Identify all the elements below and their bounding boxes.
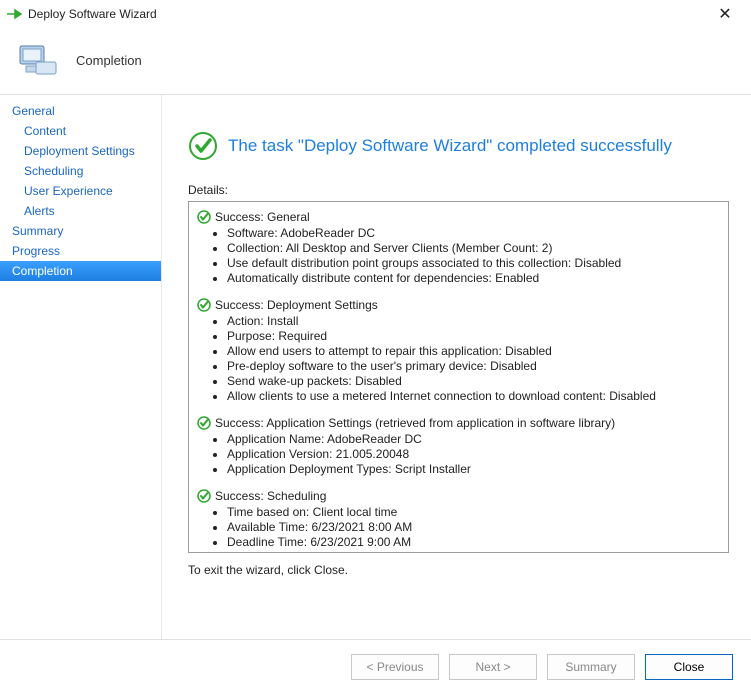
details-section: Success: Deployment Settings Action: Inst… xyxy=(197,298,724,404)
list-item: Allow end users to attempt to repair thi… xyxy=(227,344,724,359)
sidebar-item-deployment-settings[interactable]: Deployment Settings xyxy=(0,141,161,161)
exit-instruction: To exit the wizard, click Close. xyxy=(188,563,729,577)
sidebar-item-content[interactable]: Content xyxy=(0,121,161,141)
success-message: The task "Deploy Software Wizard" comple… xyxy=(228,136,672,156)
list-item: Delayed enforcement on deployment: Disab… xyxy=(227,550,724,553)
sidebar-item-alerts[interactable]: Alerts xyxy=(0,201,161,221)
next-button: Next > xyxy=(449,654,537,680)
app-arrow-icon xyxy=(6,6,22,22)
sidebar-item-scheduling[interactable]: Scheduling xyxy=(0,161,161,181)
list-item: Application Name: AdobeReader DC xyxy=(227,432,724,447)
sidebar-item-completion[interactable]: Completion xyxy=(0,261,161,281)
success-check-icon xyxy=(197,210,211,224)
success-check-icon xyxy=(197,298,211,312)
wizard-sidebar: GeneralContentDeployment SettingsSchedul… xyxy=(0,95,162,639)
details-box[interactable]: Success: General Software: AdobeReader DC… xyxy=(188,201,729,553)
section-list: Software: AdobeReader DCCollection: All … xyxy=(197,226,724,286)
wizard-header: Completion xyxy=(0,28,751,95)
list-item: Time based on: Client local time xyxy=(227,505,724,520)
close-button[interactable]: Close xyxy=(645,654,733,680)
wizard-footer: < Previous Next > Summary Close xyxy=(0,639,751,694)
list-item: Action: Install xyxy=(227,314,724,329)
details-label: Details: xyxy=(188,183,729,197)
success-check-icon xyxy=(197,489,211,503)
section-list: Time based on: Client local timeAvailabl… xyxy=(197,505,724,553)
sidebar-item-general[interactable]: General xyxy=(0,101,161,121)
list-item: Automatically distribute content for dep… xyxy=(227,271,724,286)
section-title: Success: Application Settings (retrieved… xyxy=(215,416,615,430)
details-section: Success: General Software: AdobeReader DC… xyxy=(197,210,724,286)
summary-button: Summary xyxy=(547,654,635,680)
section-list: Action: InstallPurpose: RequiredAllow en… xyxy=(197,314,724,404)
list-item: Software: AdobeReader DC xyxy=(227,226,724,241)
list-item: Application Deployment Types: Script Ins… xyxy=(227,462,724,477)
wizard-content: The task "Deploy Software Wizard" comple… xyxy=(162,95,751,639)
sidebar-item-user-experience[interactable]: User Experience xyxy=(0,181,161,201)
success-check-icon xyxy=(197,416,211,430)
computer-icon xyxy=(14,36,62,84)
list-item: Allow clients to use a metered Internet … xyxy=(227,389,724,404)
wizard-window: Deploy Software Wizard ✕ Completion Gene… xyxy=(0,0,751,694)
titlebar: Deploy Software Wizard ✕ xyxy=(0,0,751,28)
list-item: Application Version: 21.005.20048 xyxy=(227,447,724,462)
list-item: Available Time: 6/23/2021 8:00 AM xyxy=(227,520,724,535)
section-title: Success: Scheduling xyxy=(215,489,326,503)
list-item: Pre-deploy software to the user's primar… xyxy=(227,359,724,374)
list-item: Collection: All Desktop and Server Clien… xyxy=(227,241,724,256)
list-item: Purpose: Required xyxy=(227,329,724,344)
list-item: Send wake-up packets: Disabled xyxy=(227,374,724,389)
wizard-body: GeneralContentDeployment SettingsSchedul… xyxy=(0,95,751,639)
section-list: Application Name: AdobeReader DCApplicat… xyxy=(197,432,724,477)
details-section: Success: Scheduling Time based on: Client… xyxy=(197,489,724,553)
section-head: Success: Deployment Settings xyxy=(197,298,724,312)
previous-button: < Previous xyxy=(351,654,439,680)
success-row: The task "Deploy Software Wizard" comple… xyxy=(188,131,729,161)
list-item: Use default distribution point groups as… xyxy=(227,256,724,271)
sidebar-item-summary[interactable]: Summary xyxy=(0,221,161,241)
success-check-icon xyxy=(188,131,218,161)
window-title: Deploy Software Wizard xyxy=(28,7,705,21)
list-item: Deadline Time: 6/23/2021 9:00 AM xyxy=(227,535,724,550)
section-head: Success: Application Settings (retrieved… xyxy=(197,416,724,430)
stage-title: Completion xyxy=(76,53,142,68)
details-section: Success: Application Settings (retrieved… xyxy=(197,416,724,477)
section-head: Success: General xyxy=(197,210,724,224)
section-title: Success: Deployment Settings xyxy=(215,298,378,312)
section-title: Success: General xyxy=(215,210,310,224)
section-head: Success: Scheduling xyxy=(197,489,724,503)
window-close-button[interactable]: ✕ xyxy=(705,4,745,24)
sidebar-item-progress[interactable]: Progress xyxy=(0,241,161,261)
